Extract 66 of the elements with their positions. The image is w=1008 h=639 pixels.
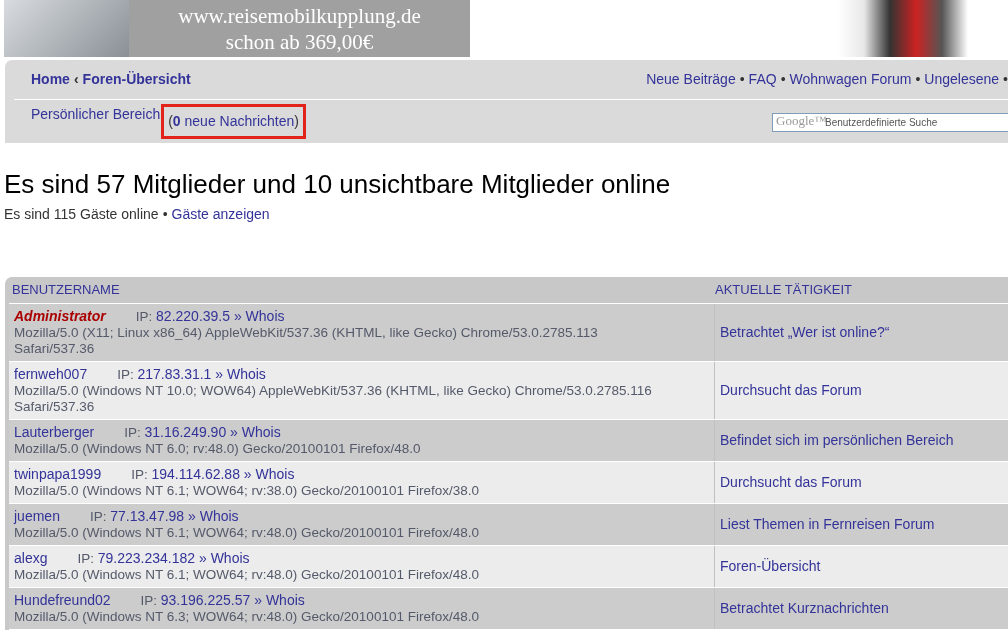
nav-separator: • (739, 70, 745, 89)
nav-separator: • (1003, 70, 1008, 89)
user-agent: Mozilla/5.0 (Windows NT 6.1; WOW64; rv:48.0) Gecko/20100101 Firefox/48.0 (14, 525, 480, 542)
page-heading: Es sind 57 Mitglieder und 10 unsichtbare Mitglieder online (4, 169, 672, 201)
nav-separator: • (780, 70, 786, 89)
ip-address-link[interactable]: 31.16.249.90 (144, 424, 227, 441)
activity-link[interactable]: Foren-Übersicht (720, 556, 821, 578)
user-agent: Mozilla/5.0 (Windows NT 6.3; WOW64; rv:48.0) Gecko/20100101 Firefox/48.0 (14, 609, 480, 626)
nav-link[interactable]: Neue Beiträge (646, 69, 736, 90)
breadcrumb-separator: ‹ (73, 70, 79, 89)
ip-address-link[interactable]: 82.220.39.5 (156, 308, 231, 325)
user-agent: Mozilla/5.0 (Windows NT 6.1; WOW64; rv:48.0) Gecko/20100101 Firefox/48.0 (14, 567, 480, 584)
username-link[interactable]: fernweh007 (14, 366, 88, 383)
ip-label: IP: (89, 509, 108, 525)
personal-area-link[interactable]: Persönlicher Bereich (31, 104, 161, 139)
whois-link[interactable]: » Whois (243, 466, 295, 483)
activity-link[interactable]: Liest Themen in Fernreisen Forum (720, 514, 935, 536)
activity-link[interactable]: Befindet sich im persönlichen Bereich (720, 430, 954, 452)
ip-address-link[interactable]: 194.114.62.88 (151, 466, 240, 483)
new-messages-link[interactable]: 0 neue Nachrichten (172, 113, 295, 129)
column-header: AKTUELLE TÄTIGKEIT (715, 282, 853, 298)
ip-address-link[interactable]: 79.223.234.182 (97, 550, 196, 567)
ip-address-link[interactable]: 77.13.47.98 (110, 508, 185, 525)
ip-label: IP: (135, 309, 154, 325)
ip-label: IP: (131, 467, 149, 483)
nav-link[interactable]: Ungelesene (924, 69, 1000, 90)
banner-price: schon ab 369,00€ (225, 28, 374, 55)
ip-address-link[interactable]: 217.83.31.1 (137, 366, 212, 383)
google-logo: Google™ (776, 112, 827, 129)
show-guests-link[interactable]: Gäste anzeigen (171, 204, 270, 226)
user-agent: Mozilla/5.0 (Windows NT 10.0; WOW64) AppleWebKit/537.36 (KHTML, like Gecko) Chrome/53.0.2785.116 Safari/537.36 (14, 383, 653, 416)
nav-separator: • (915, 70, 921, 89)
activity-link[interactable]: Betrachtet Kurznachrichten (720, 598, 889, 620)
ip-address-link[interactable]: 93.196.225.57 (160, 592, 251, 609)
activity-link[interactable]: Durchsucht das Forum (720, 472, 862, 494)
nav-link[interactable]: FAQ (748, 69, 777, 90)
banner-url: www.reisemobilkupplung.de (178, 2, 421, 29)
whois-link[interactable]: » Whois (198, 550, 250, 567)
column-header: BENUTZERNAME (12, 282, 120, 298)
parenthesis: ( (168, 113, 173, 129)
activity-link[interactable]: Betrachtet „Wer ist online?“ (720, 322, 890, 344)
ip-label: IP: (117, 367, 135, 383)
user-agent: Mozilla/5.0 (Windows NT 6.0; rv:48.0) Gecko/20100101 Firefox/48.0 (14, 441, 422, 458)
activity-link[interactable]: Durchsucht das Forum (720, 380, 862, 402)
username-link[interactable]: Administrator (14, 308, 106, 325)
nav-link[interactable]: Wohnwagen Forum (789, 69, 912, 90)
whois-link[interactable]: » Whois (188, 508, 239, 525)
breadcrumb-link[interactable]: Foren-Übersicht (82, 69, 191, 90)
user-agent: Mozilla/5.0 (X11; Linux x86_64) AppleWebKit/537.36 (KHTML, like Gecko) Chrome/53.0.2785.113 Safari/537.36 (14, 325, 599, 358)
separator: • (162, 205, 168, 225)
user-agent: Mozilla/5.0 (Windows NT 6.1; WOW64; rv:38.0) Gecko/20100101 Firefox/38.0 (14, 483, 480, 500)
parenthesis: ) (294, 113, 299, 129)
username-link[interactable]: alexg (14, 550, 48, 567)
username-link[interactable]: twinpapa1999 (14, 466, 102, 483)
username-link[interactable]: juemen (14, 508, 60, 525)
guests-count: Es sind 115 Gäste online (4, 205, 159, 225)
whois-link[interactable]: » Whois (215, 366, 266, 383)
ip-label: IP: (140, 593, 159, 609)
whois-link[interactable]: » Whois (233, 308, 285, 325)
ip-label: IP: (77, 551, 95, 567)
username-link[interactable]: Hundefreund02 (14, 592, 111, 609)
whois-link[interactable]: » Whois (230, 424, 281, 441)
username-link[interactable]: Lauterberger (14, 424, 95, 441)
ip-label: IP: (124, 425, 142, 441)
breadcrumb-link[interactable]: Home (31, 69, 70, 90)
whois-link[interactable]: » Whois (254, 592, 305, 609)
